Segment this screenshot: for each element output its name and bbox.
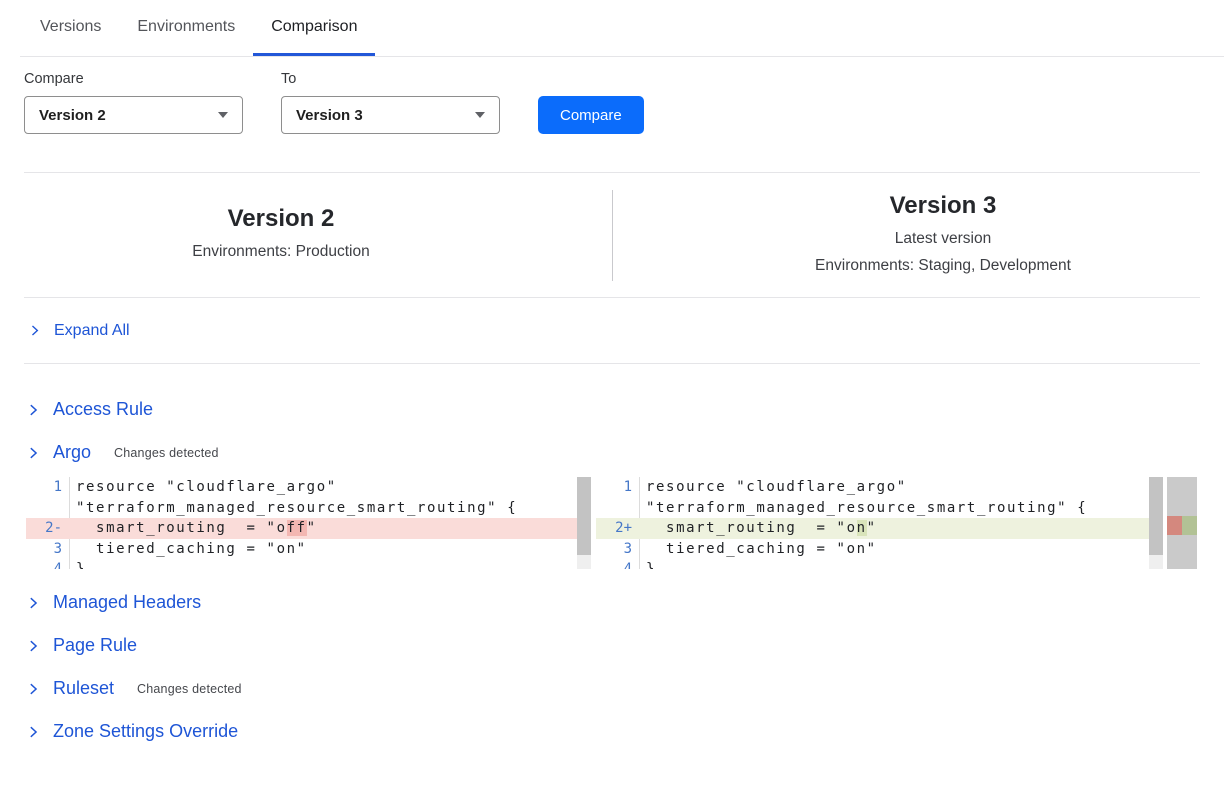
chevron-right-icon [26, 639, 40, 653]
compare-from-select[interactable]: Version 2 [24, 96, 243, 134]
line-number: 3 [26, 539, 70, 560]
diff-pane-version3: 1 resource "cloudflare_argo" "terraform_… [596, 477, 1163, 569]
section-ruleset[interactable]: Ruleset Changes detected [26, 667, 1224, 710]
chevron-right-icon [26, 682, 40, 696]
compare-from-field: Compare Version 2 [24, 71, 243, 134]
chevron-down-icon [218, 112, 228, 118]
changes-detected-badge: Changes detected [137, 682, 242, 696]
version-left-header: Version 2 Environments: Production [24, 205, 538, 265]
section-argo[interactable]: Argo Changes detected [26, 431, 1224, 474]
code-text: } [640, 559, 1163, 569]
code-line: "terraform_managed_resource_smart_routin… [596, 498, 1163, 519]
compare-to-field: To Version 3 [281, 71, 500, 134]
compare-from-value: Version 2 [39, 107, 106, 124]
chevron-right-icon [28, 324, 41, 337]
line-number [596, 498, 640, 519]
chevron-right-icon [26, 596, 40, 610]
diff-minimap[interactable] [1167, 477, 1197, 569]
code-text: resource "cloudflare_argo" [70, 477, 591, 498]
line-number: 4 [26, 559, 70, 569]
section-zone-settings-override[interactable]: Zone Settings Override [26, 710, 1224, 753]
section-label: Ruleset [53, 678, 114, 699]
section-label: Argo [53, 442, 91, 463]
code-text: tiered_caching = "on" [640, 539, 1163, 560]
line-number: 1 [26, 477, 70, 498]
expand-all-button[interactable]: Expand All [24, 298, 1200, 364]
code-line: 1 resource "cloudflare_argo" [26, 477, 591, 498]
code-line: 1 resource "cloudflare_argo" [596, 477, 1163, 498]
code-text: resource "cloudflare_argo" [640, 477, 1163, 498]
code-line: 4 } [596, 559, 1163, 569]
expand-all-label: Expand All [54, 322, 130, 340]
chevron-down-icon [475, 112, 485, 118]
line-number: 1 [596, 477, 640, 498]
tab-list: Versions Environments Comparison [22, 0, 1224, 56]
section-label: Managed Headers [53, 592, 201, 613]
minimap-added-marker [1182, 516, 1197, 535]
code-text: "terraform_managed_resource_smart_routin… [70, 498, 591, 519]
section-label: Access Rule [53, 399, 153, 420]
version-right-environments: Environments: Staging, Development [686, 252, 1200, 279]
code-text: "terraform_managed_resource_smart_routin… [640, 498, 1163, 519]
compare-controls: Compare Version 2 To Version 3 Compare [24, 71, 1200, 134]
header-divider [612, 190, 613, 281]
line-number: 2+ [596, 518, 640, 539]
version-headers: Version 2 Environments: Production Versi… [24, 173, 1200, 298]
changes-detected-badge: Changes detected [114, 446, 219, 460]
compare-to-select[interactable]: Version 3 [281, 96, 500, 134]
code-line-removed: 2- smart_routing = "off" [26, 518, 591, 539]
chevron-right-icon [26, 403, 40, 417]
diff-pane-version2: 1 resource "cloudflare_argo" "terraform_… [26, 477, 591, 569]
section-managed-headers[interactable]: Managed Headers [26, 581, 1224, 624]
chevron-right-icon [26, 725, 40, 739]
version-right-title: Version 3 [686, 192, 1200, 220]
version-right-subtitle: Latest version [686, 225, 1200, 252]
removed-word-highlight: ff [287, 520, 307, 536]
scrollbar-thumb[interactable] [1149, 477, 1163, 555]
compare-to-value: Version 3 [296, 107, 363, 124]
code-text: smart_routing = "on" [640, 518, 1163, 539]
version-right-header: Version 3 Latest version Environments: S… [686, 192, 1200, 279]
code-line: 3 tiered_caching = "on" [596, 539, 1163, 560]
line-number: 4 [596, 559, 640, 569]
added-word-highlight: n [857, 520, 867, 536]
tab-comparison[interactable]: Comparison [253, 0, 375, 56]
code-line: 3 tiered_caching = "on" [26, 539, 591, 560]
scrollbar-thumb[interactable] [577, 477, 591, 555]
section-label: Page Rule [53, 635, 137, 656]
scrollbar[interactable] [577, 477, 591, 569]
chevron-right-icon [26, 446, 40, 460]
argo-diff-viewer: 1 resource "cloudflare_argo" "terraform_… [26, 477, 1224, 569]
code-text: tiered_caching = "on" [70, 539, 591, 560]
tab-environments[interactable]: Environments [119, 0, 253, 56]
code-line: 4 } [26, 559, 591, 569]
code-line: "terraform_managed_resource_smart_routin… [26, 498, 591, 519]
line-number [26, 498, 70, 519]
scrollbar[interactable] [1149, 477, 1163, 569]
version-left-title: Version 2 [24, 205, 538, 233]
tab-versions[interactable]: Versions [22, 0, 119, 56]
line-number: 3 [596, 539, 640, 560]
compare-button[interactable]: Compare [538, 96, 644, 134]
code-line-added: 2+ smart_routing = "on" [596, 518, 1163, 539]
section-list: Access Rule Argo Changes detected 1 reso… [26, 388, 1224, 753]
section-access-rule[interactable]: Access Rule [26, 388, 1224, 431]
comparison-page: Versions Environments Comparison Compare… [0, 0, 1224, 788]
minimap-removed-marker [1167, 516, 1182, 535]
compare-to-label: To [281, 71, 500, 87]
code-text: smart_routing = "off" [70, 518, 591, 539]
tab-bar: Versions Environments Comparison [20, 0, 1224, 57]
section-label: Zone Settings Override [53, 721, 238, 742]
compare-from-label: Compare [24, 71, 243, 87]
section-page-rule[interactable]: Page Rule [26, 624, 1224, 667]
code-text: } [70, 559, 591, 569]
line-number: 2- [26, 518, 70, 539]
version-left-environments: Environments: Production [24, 238, 538, 265]
